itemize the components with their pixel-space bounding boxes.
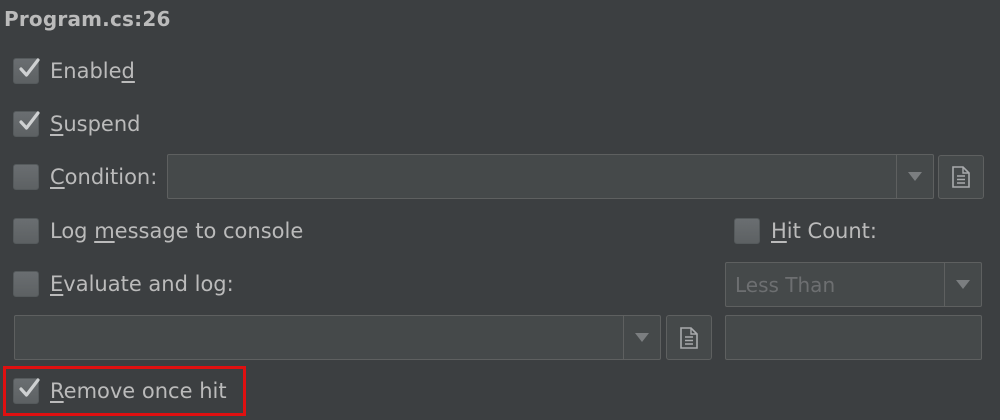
suspend-checkbox[interactable] <box>13 111 40 137</box>
condition-checkbox[interactable] <box>13 164 39 190</box>
check-icon <box>19 58 40 77</box>
enabled-label: Enabled <box>50 59 135 83</box>
evaluate-expression-combobox[interactable] <box>14 315 661 360</box>
suspend-label: Suspend <box>50 112 141 136</box>
hit-count-mode-combobox[interactable]: Less Than <box>725 262 982 307</box>
condition-option[interactable]: Condition: <box>13 162 157 192</box>
remove-once-hit-label: Remove once hit <box>50 379 227 403</box>
evaluate-log-label: Evaluate and log: <box>50 272 234 296</box>
document-icon <box>680 326 698 349</box>
breakpoint-title: Program.cs:26 <box>4 7 171 31</box>
breakpoint-properties-panel: Program.cs:26 Enabled Suspend Condition: <box>0 0 1000 420</box>
suspend-option[interactable]: Suspend <box>13 109 140 139</box>
evaluate-expression-dropdown-button[interactable] <box>623 316 660 359</box>
log-message-option[interactable]: Log message to console <box>13 216 303 246</box>
log-message-checkbox[interactable] <box>13 218 39 244</box>
log-message-label: Log message to console <box>50 219 304 243</box>
condition-label: Condition: <box>50 165 158 189</box>
chevron-down-icon <box>956 279 970 289</box>
remove-once-hit-checkbox[interactable] <box>13 378 40 404</box>
document-icon <box>952 166 970 188</box>
hit-count-label: Hit Count: <box>771 219 877 243</box>
hit-count-option[interactable]: Hit Count: <box>734 216 877 246</box>
check-icon <box>19 378 40 397</box>
condition-expression-button[interactable] <box>938 155 984 199</box>
hit-count-mode-selected: Less Than <box>735 272 836 297</box>
check-icon <box>19 111 40 130</box>
hit-count-mode-dropdown-button[interactable] <box>944 263 981 306</box>
enabled-checkbox[interactable] <box>13 58 40 84</box>
hit-count-value-field[interactable] <box>725 315 982 360</box>
evaluate-log-checkbox[interactable] <box>13 271 39 297</box>
evaluate-log-option[interactable]: Evaluate and log: <box>13 269 234 299</box>
remove-once-hit-option[interactable]: Remove once hit <box>13 376 227 406</box>
enabled-option[interactable]: Enabled <box>13 56 135 86</box>
chevron-down-icon <box>635 332 649 342</box>
hit-count-checkbox[interactable] <box>734 218 760 244</box>
condition-dropdown-button[interactable] <box>896 155 933 198</box>
condition-combobox[interactable] <box>167 154 934 199</box>
chevron-down-icon <box>908 171 922 181</box>
evaluate-expression-button[interactable] <box>666 315 712 360</box>
